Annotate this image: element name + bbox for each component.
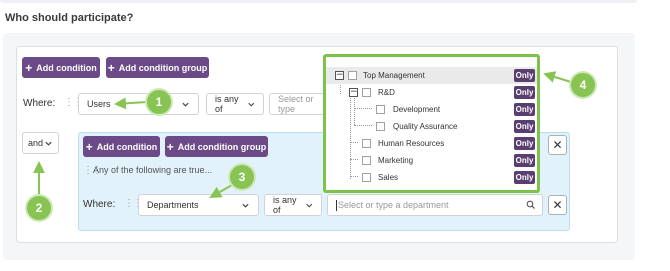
tree-item-top-management[interactable]: − Top Management Only [326,67,537,84]
add-condition-group-label: Add condition group [118,62,208,73]
page-title: Who should participate? [5,12,134,24]
where-label: Where: [23,98,56,109]
collapse-icon[interactable]: − [335,71,344,80]
top-strip [0,0,637,3]
only-button[interactable]: Only [514,171,535,184]
tree-item-human-resources[interactable]: Human Resources Only [326,135,537,152]
tree-item-label: Quality Assurance [393,122,458,131]
chevron-down-icon [45,141,52,146]
checkbox[interactable] [362,139,371,148]
callout-badge-4: 4 [571,73,595,97]
checkbox[interactable] [362,88,371,97]
remove-condition-button[interactable]: ✕ [548,195,567,215]
only-button[interactable]: Only [514,120,535,133]
department-search-input[interactable]: Select or type a department [327,194,543,216]
nested-add-condition-button[interactable]: + Add condition [83,136,160,157]
tree-item-marketing[interactable]: Marketing Only [326,152,537,169]
chevron-down-icon [305,203,312,208]
add-condition-group-button[interactable]: + Add condition group [106,57,209,78]
department-search-placeholder: Select or type a department [338,200,449,210]
callout-badge-1: 1 [147,90,171,114]
chevron-down-icon [247,102,254,107]
plus-icon: + [25,60,33,75]
close-icon: ✕ [552,138,563,152]
checkbox[interactable] [362,156,371,165]
conjunction-value: and [28,138,44,148]
plus-icon: + [107,60,115,75]
add-condition-button[interactable]: + Add condition [22,57,100,78]
plus-icon: + [166,139,174,154]
callout-badge-2: 2 [27,196,51,220]
tree-item-label: R&D [378,88,395,97]
collapse-icon[interactable]: − [349,88,358,97]
nested-add-condition-group-button[interactable]: + Add condition group [165,136,268,157]
callout-badge-3: 3 [230,165,254,189]
checkbox[interactable] [362,173,371,182]
chevron-down-icon [242,203,249,208]
nested-add-condition-group-label: Add condition group [177,141,267,152]
field-select-value: Users [87,99,111,109]
text-caret [336,199,337,211]
only-button[interactable]: Only [514,103,535,116]
nested-operator-select[interactable]: is any of [264,194,322,216]
checkbox[interactable] [376,105,385,114]
department-field-value: Departments [147,200,199,210]
only-button[interactable]: Only [514,154,535,167]
checkbox[interactable] [348,71,357,80]
tree-item-label: Human Resources [378,139,445,148]
only-button[interactable]: Only [514,69,535,82]
field-select[interactable]: Users [78,93,199,115]
add-condition-label: Add condition [36,62,97,73]
tree-item-label: Development [393,105,441,114]
tree-item-sales[interactable]: Sales Only [326,169,537,186]
plus-icon: + [85,139,93,154]
department-tree-dropdown: − Top Management Only − R&D Only Develop… [323,54,540,193]
tree-item-quality-assurance[interactable]: Quality Assurance Only [326,118,537,135]
operator-select-value: is any of [215,94,239,114]
nested-operator-value: is any of [273,195,297,215]
nested-where-label: Where: [83,199,116,210]
only-button[interactable]: Only [514,137,535,150]
remove-group-button[interactable]: ✕ [548,135,567,155]
group-description: Any of the following are true... [93,165,213,175]
tree-item-label: Marketing [378,156,414,165]
operator-select[interactable]: is any of [206,93,264,115]
nested-add-condition-label: Add condition [96,141,158,152]
chevron-down-icon [182,102,189,107]
conjunction-select[interactable]: and [22,132,59,154]
checkbox[interactable] [376,122,385,131]
department-field-select[interactable]: Departments [138,194,259,216]
tree-item-rnd[interactable]: − R&D Only [326,84,537,101]
tree-item-label: Top Management [363,71,425,80]
value-input[interactable]: Select or type [269,93,327,115]
tree-item-development[interactable]: Development Only [326,101,537,118]
close-icon: ✕ [552,198,563,212]
value-placeholder: Select or type [278,94,314,114]
search-icon [526,200,535,209]
tree-item-label: Sales [378,173,399,182]
only-button[interactable]: Only [514,86,535,99]
